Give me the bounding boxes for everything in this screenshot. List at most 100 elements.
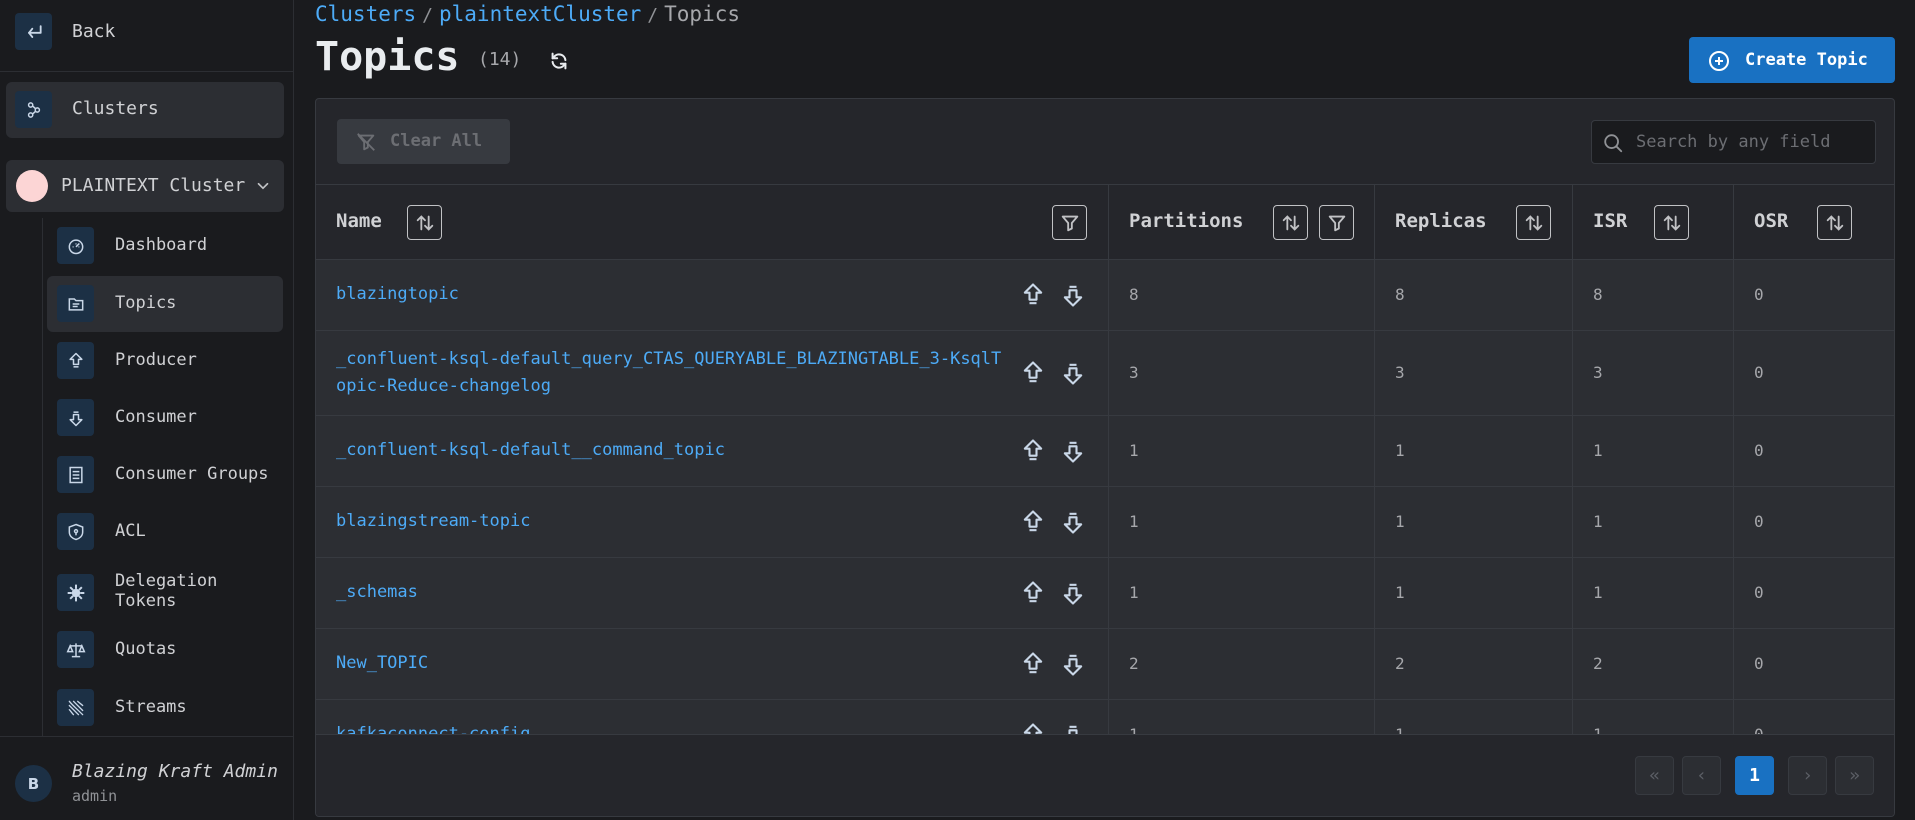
name-cell: blazingtopic (316, 260, 1109, 330)
produce-button[interactable] (1019, 579, 1047, 607)
consume-button[interactable] (1059, 650, 1087, 678)
sidebar-item-consumer-groups[interactable]: Consumer Groups (47, 447, 283, 503)
sidebar-item-streams[interactable]: Streams (47, 680, 283, 736)
filter-button[interactable] (1052, 205, 1087, 240)
consume-icon (1063, 363, 1083, 385)
first-page-button[interactable]: « (1635, 756, 1674, 795)
produce-button[interactable] (1019, 721, 1047, 734)
clusters-button[interactable]: Clusters (6, 82, 284, 138)
topic-link[interactable]: New_TOPIC (336, 650, 996, 677)
topic-link[interactable]: kafkaconnect-config (336, 721, 996, 734)
filter-icon (1328, 215, 1345, 231)
column-header-osr: OSR (1734, 185, 1894, 259)
osr-cell: 0 (1734, 331, 1894, 415)
search-input[interactable] (1636, 121, 1872, 163)
sidebar-item-acl[interactable]: ACL (47, 504, 283, 560)
replicas-value: 2 (1395, 654, 1405, 673)
sort-button[interactable] (1654, 205, 1689, 240)
sidebar-item-producer[interactable]: Producer (47, 333, 283, 389)
consume-button[interactable] (1059, 281, 1087, 309)
osr-cell: 0 (1734, 700, 1894, 734)
consume-button[interactable] (1059, 359, 1087, 387)
osr-value: 0 (1754, 285, 1764, 304)
name-cell: _confluent-ksql-default__command_topic (316, 416, 1109, 486)
breadcrumb-clusters-link[interactable]: Clusters (315, 2, 416, 26)
next-page-button[interactable]: › (1788, 756, 1827, 795)
page-1-button[interactable]: 1 (1735, 756, 1774, 795)
consume-button[interactable] (1059, 437, 1087, 465)
replicas-value: 1 (1395, 441, 1405, 460)
consume-button[interactable] (1059, 508, 1087, 536)
sort-icon (416, 214, 433, 231)
partitions-cell: 1 (1109, 416, 1375, 486)
osr-cell: 0 (1734, 558, 1894, 628)
topic-link[interactable]: blazingstream-topic (336, 508, 996, 535)
produce-icon (1023, 723, 1043, 734)
sort-icon (1525, 214, 1542, 231)
cluster-selector[interactable]: PLAINTEXT Cluster (6, 160, 284, 212)
nav-divider (42, 218, 43, 736)
sort-icon (1282, 214, 1299, 231)
produce-button[interactable] (1019, 508, 1047, 536)
user-name: Blazing Kraft Admin (72, 761, 278, 782)
user-menu[interactable]: B Blazing Kraft Admin admin (0, 736, 294, 820)
breadcrumb-cluster-link[interactable]: plaintextCluster (439, 2, 641, 26)
search-icon (1604, 134, 1623, 153)
last-page-button[interactable]: » (1835, 756, 1874, 795)
partitions-cell: 1 (1109, 558, 1375, 628)
sidebar-item-consumer[interactable]: Consumer (47, 390, 283, 446)
prev-page-button[interactable]: ‹ (1682, 756, 1721, 795)
sort-button[interactable] (1817, 205, 1852, 240)
cluster-name: PLAINTEXT Cluster (61, 175, 246, 196)
topics-icon (57, 285, 94, 322)
name-cell: _confluent-ksql-default_query_CTAS_QUERY… (316, 331, 1109, 415)
name-cell: blazingstream-topic (316, 487, 1109, 557)
refresh-icon[interactable] (548, 50, 570, 72)
produce-button[interactable] (1019, 281, 1047, 309)
osr-cell: 0 (1734, 487, 1894, 557)
topic-link[interactable]: _confluent-ksql-default_query_CTAS_QUERY… (336, 346, 1006, 400)
partitions-cell: 2 (1109, 629, 1375, 699)
isr-value: 1 (1593, 512, 1603, 531)
sort-button[interactable] (1516, 205, 1551, 240)
topic-link[interactable]: _schemas (336, 579, 996, 606)
breadcrumb-current: Topics (664, 2, 740, 26)
sort-button[interactable] (407, 205, 442, 240)
scale-icon (57, 631, 94, 668)
produce-button[interactable] (1019, 650, 1047, 678)
replicas-cell: 1 (1375, 487, 1573, 557)
sidebar-item-label: Consumer (115, 407, 197, 427)
sidebar-item-label: Consumer Groups (115, 464, 269, 484)
produce-button[interactable] (1019, 437, 1047, 465)
replicas-cell: 2 (1375, 629, 1573, 699)
filter-button[interactable] (1319, 205, 1354, 240)
sort-button[interactable] (1273, 205, 1308, 240)
sidebar-item-label: Streams (115, 697, 187, 717)
consume-button[interactable] (1059, 579, 1087, 607)
cluster-color-dot (16, 170, 48, 202)
partitions-cell: 1 (1109, 487, 1375, 557)
osr-value: 0 (1754, 512, 1764, 531)
consume-icon (1063, 441, 1083, 463)
create-topic-button[interactable]: Create Topic (1689, 37, 1895, 83)
back-button[interactable]: Back (0, 0, 294, 72)
sidebar-item-delegation-tokens[interactable]: Delegation Tokens (47, 563, 283, 619)
name-cell: _schemas (316, 558, 1109, 628)
dashboard-icon (57, 227, 94, 264)
sidebar-item-dashboard[interactable]: Dashboard (47, 218, 283, 274)
isr-value: 1 (1593, 441, 1603, 460)
topic-link[interactable]: _confluent-ksql-default__command_topic (336, 437, 996, 464)
sidebar-item-label: ACL (115, 521, 146, 541)
isr-cell: 1 (1573, 558, 1734, 628)
search-box[interactable] (1591, 120, 1876, 164)
page-title: Topics (315, 34, 460, 80)
topic-link[interactable]: blazingtopic (336, 281, 996, 308)
isr-value: 2 (1593, 654, 1603, 673)
sidebar-item-quotas[interactable]: Quotas (47, 622, 283, 678)
name-cell: kafkaconnect-config (316, 700, 1109, 734)
clear-all-button[interactable]: Clear All (337, 119, 510, 164)
avatar: B (15, 765, 52, 802)
sidebar-item-topics[interactable]: Topics (47, 276, 283, 332)
produce-button[interactable] (1019, 359, 1047, 387)
consume-button[interactable] (1059, 721, 1087, 734)
